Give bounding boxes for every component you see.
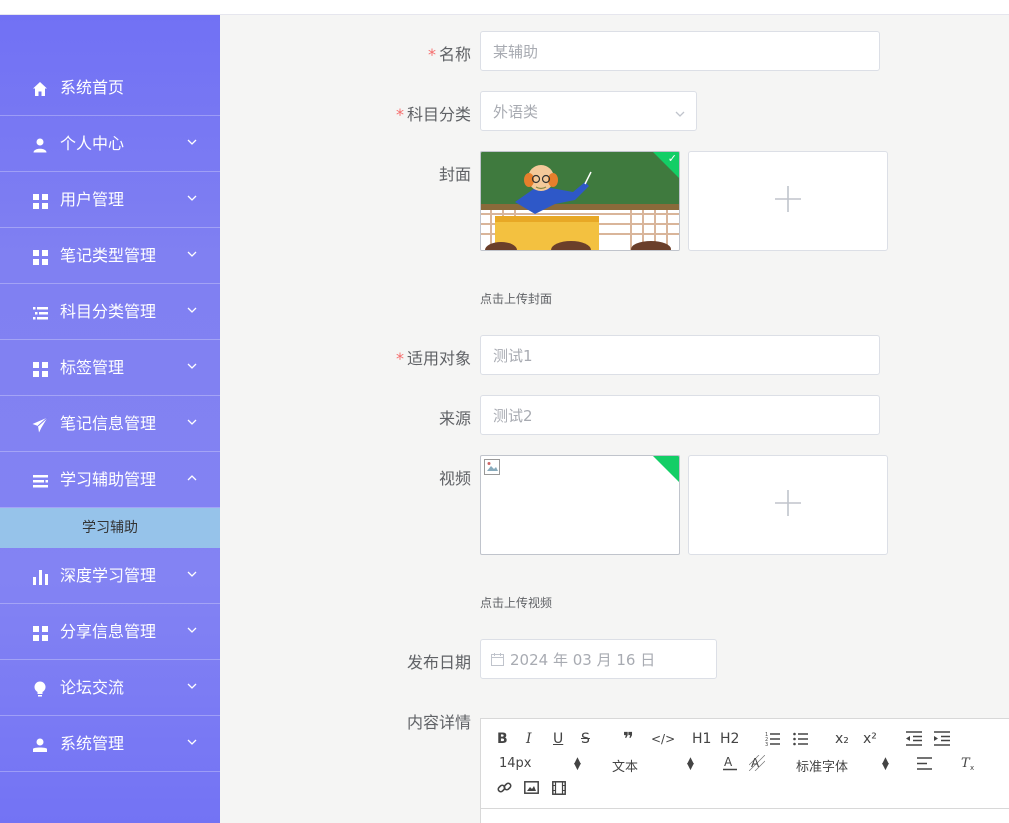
sidebar-item-label: 笔记类型管理	[60, 246, 157, 265]
name-input-placeholder: 某辅助	[493, 42, 539, 61]
cover-upload-button[interactable]	[688, 151, 888, 251]
updown-icon: ▲ ▼	[687, 756, 694, 772]
font-color-icon[interactable]: A	[723, 755, 737, 775]
chevron-down-icon	[186, 680, 200, 694]
outdent-icon[interactable]	[906, 731, 922, 750]
sidebar-item-deep-learning-management[interactable]: 深度学习管理	[0, 548, 220, 604]
code-block-icon[interactable]: </>	[651, 732, 675, 746]
heading-select[interactable]: 文本 ▲ ▼	[612, 756, 694, 776]
video-upload-button[interactable]	[688, 455, 888, 555]
subscript-button[interactable]: x₂	[835, 731, 849, 747]
font-size-select[interactable]: 14px ▲ ▼	[499, 756, 581, 772]
svg-text:A: A	[724, 755, 733, 769]
plus-icon	[774, 489, 802, 521]
list-icon	[31, 304, 49, 322]
chevron-down-icon	[186, 136, 200, 150]
cover-image-thumbnail[interactable]: ✓	[480, 151, 680, 251]
rich-text-editor: B I U S ❞ </> H1 H2 123 x₂ x² 14px ▲ ▼ 文…	[480, 718, 1009, 823]
blockquote-icon[interactable]: ❞	[623, 729, 634, 750]
sidebar-item-note-type-management[interactable]: 笔记类型管理	[0, 228, 220, 284]
image-icon[interactable]	[524, 781, 539, 798]
italic-button[interactable]: I	[526, 731, 532, 747]
chevron-down-icon	[186, 248, 200, 262]
bulb-icon	[31, 680, 49, 698]
audience-input-placeholder: 测试1	[493, 346, 533, 365]
category-select-placeholder: 外语类	[493, 102, 539, 121]
sidebar-item-subject-category-management[interactable]: 科目分类管理	[0, 284, 220, 340]
check-icon: ✓	[667, 152, 677, 165]
publish-date-picker[interactable]: 2024 年 03 月 16 日	[480, 639, 717, 679]
underline-button[interactable]: U	[553, 731, 563, 747]
svg-text:A: A	[751, 756, 760, 770]
calendar-icon	[491, 652, 504, 666]
content-label: 内容详情	[406, 713, 471, 732]
admin-icon	[31, 736, 49, 754]
category-select[interactable]: 外语类	[480, 91, 697, 131]
teacher-illustration-image	[481, 152, 679, 250]
source-label: 来源	[438, 409, 471, 428]
font-family-select[interactable]: 标准字体 ▲ ▼	[796, 756, 892, 776]
svg-text:x: x	[970, 764, 974, 771]
svg-text:3: 3	[765, 742, 768, 746]
updown-icon: ▲ ▼	[574, 756, 581, 772]
chevron-down-icon	[186, 304, 200, 318]
audience-input[interactable]: 测试1	[480, 335, 880, 375]
h1-button[interactable]: H1	[692, 731, 711, 747]
video-icon[interactable]	[552, 781, 566, 799]
home-icon	[31, 80, 49, 98]
source-input-placeholder: 测试2	[493, 406, 533, 425]
superscript-button[interactable]: x²	[863, 731, 877, 747]
bold-button[interactable]: B	[497, 731, 508, 747]
top-header-bar	[0, 0, 1009, 15]
indent-icon[interactable]	[934, 731, 950, 750]
plus-icon	[774, 185, 802, 217]
name-input[interactable]: 某辅助	[480, 31, 880, 71]
updown-icon: ▲ ▼	[882, 756, 889, 772]
h2-button[interactable]: H2	[720, 731, 739, 747]
sidebar-item-label: 科目分类管理	[60, 302, 157, 321]
editor-content-area[interactable]	[481, 810, 1009, 823]
video-label: 视频	[438, 469, 471, 488]
cover-upload-tip: 点击上传封面	[480, 292, 553, 306]
strike-button[interactable]: S	[581, 731, 590, 747]
name-label: * 名称	[427, 45, 471, 64]
audience-label: * 适用对象	[395, 349, 471, 368]
video-thumbnail[interactable]	[480, 455, 680, 555]
clear-format-icon[interactable]: Tx	[961, 755, 976, 775]
category-label: * 科目分类	[395, 105, 471, 124]
user-icon	[31, 136, 49, 154]
grid-icon	[31, 624, 49, 642]
ordered-list-icon[interactable]: 123	[765, 731, 781, 750]
link-icon[interactable]	[497, 780, 512, 799]
chevron-down-icon	[186, 624, 200, 638]
publish-date-value: 2024 年 03 月 16 日	[510, 650, 656, 669]
chevron-down-icon	[186, 192, 200, 206]
background-color-icon[interactable]: A	[748, 754, 766, 775]
chevron-down-icon	[674, 106, 686, 124]
source-input[interactable]: 测试2	[480, 395, 880, 435]
video-upload-tip: 点击上传视频	[480, 596, 553, 610]
editor-toolbar: B I U S ❞ </> H1 H2 123 x₂ x² 14px ▲ ▼ 文…	[481, 719, 1009, 809]
publish-date-label: 发布日期	[406, 653, 471, 672]
grid-icon	[31, 248, 49, 266]
grid-icon	[31, 192, 49, 210]
cover-label: 封面	[438, 165, 471, 184]
bullet-list-icon[interactable]	[793, 731, 809, 750]
align-left-icon[interactable]	[917, 757, 932, 774]
sidebar-subitem-study-aid[interactable]: 学习辅助	[0, 508, 220, 548]
broken-image-icon	[484, 459, 500, 479]
bar-chart-icon	[31, 568, 49, 586]
chevron-down-icon	[186, 568, 200, 582]
sidebar-item-label: 深度学习管理	[60, 566, 157, 585]
chevron-down-icon	[186, 736, 200, 750]
